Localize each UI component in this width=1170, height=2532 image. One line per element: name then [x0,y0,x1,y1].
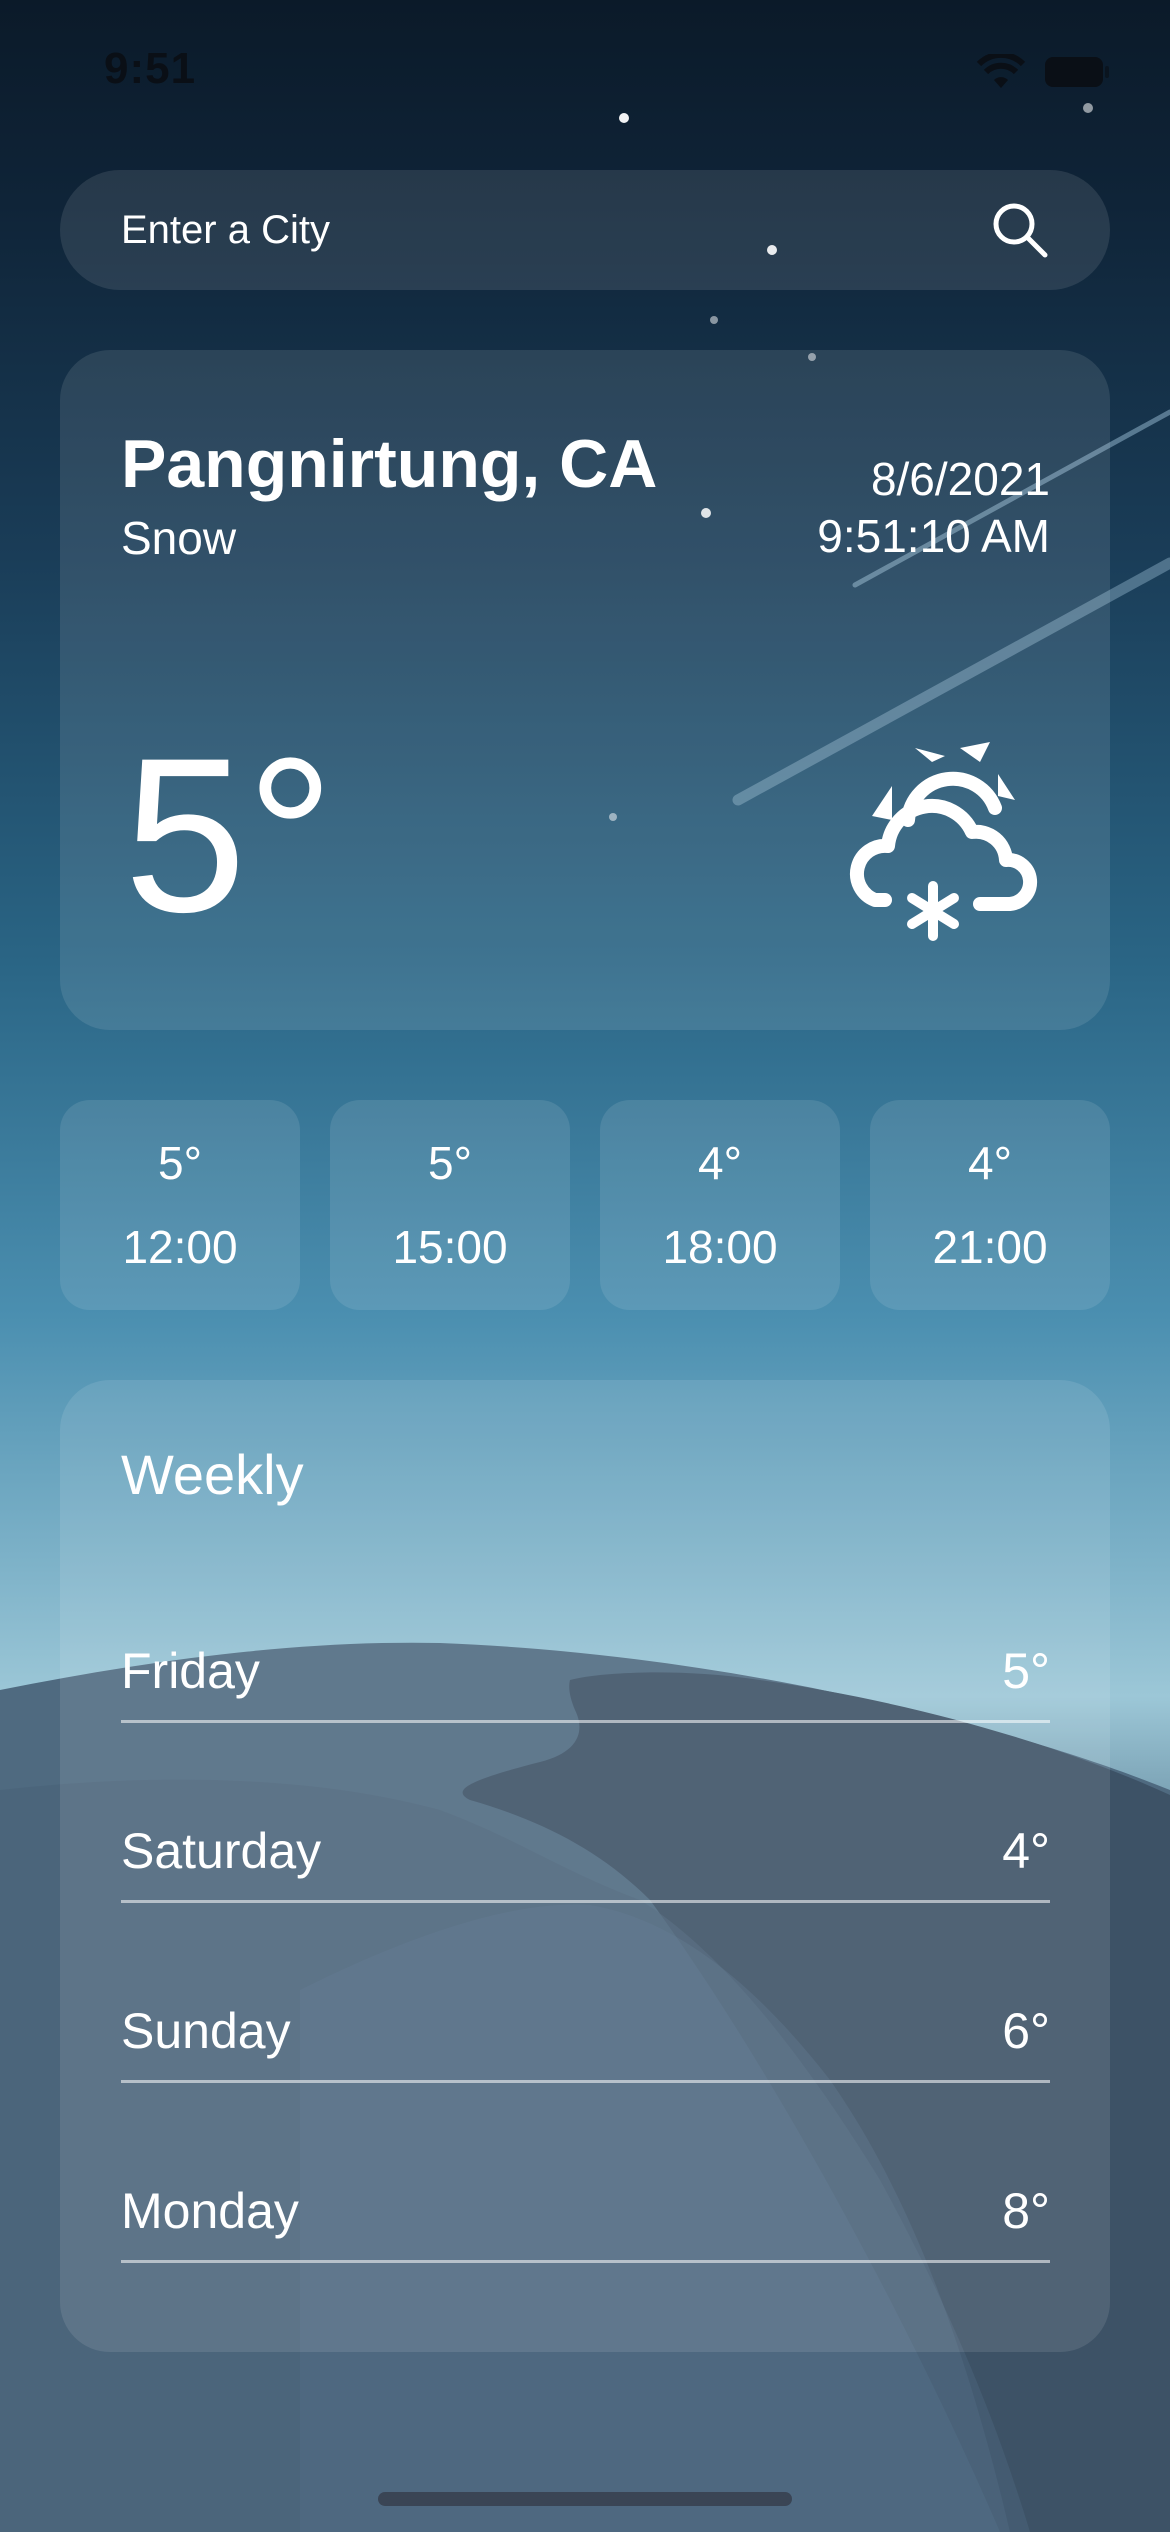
hourly-forecast-item[interactable]: 4° 21:00 [870,1100,1110,1310]
weather-condition: Snow [121,512,237,564]
weekly-day: Monday [121,2183,299,2239]
hourly-temperature: 5° [158,1137,202,1189]
search-button[interactable] [988,198,1052,262]
wifi-icon [976,54,1026,88]
battery-icon [1045,57,1109,87]
city-name: Pangnirtung, CA [121,426,658,502]
current-date: 8/6/2021 [870,453,1050,505]
weekly-day: Sunday [121,2003,291,2059]
weekly-temperature: 4° [1002,1823,1050,1879]
home-indicator[interactable] [378,2492,792,2506]
hourly-temperature: 4° [698,1137,742,1189]
search-icon [993,203,1048,258]
status-bar-icons [976,54,1110,90]
partly-sunny-snow-icon [849,742,1038,941]
weekly-temperature: 5° [1002,1643,1050,1699]
weekly-row[interactable]: Friday 5° [121,1630,1050,1723]
weekly-row[interactable]: Monday 8° [121,2170,1050,2263]
weather-app-screen: 9:51 Pangnirtung, CA Snow 8/6/2021 9:51:… [0,0,1170,2532]
current-weather-card: Pangnirtung, CA Snow 8/6/2021 9:51:10 AM… [60,350,1110,1030]
weekly-title: Weekly [121,1443,304,1506]
hourly-temperature: 5° [428,1137,472,1189]
weekly-forecast-card: Weekly Friday 5° Saturday 4° Sunday 6° M… [60,1380,1110,2352]
hourly-time: 21:00 [932,1221,1048,1273]
hourly-time: 12:00 [122,1221,238,1273]
hourly-forecast-item[interactable]: 5° 12:00 [60,1100,300,1310]
weekly-temperature: 6° [1002,2003,1050,2059]
snowflake-icon [907,881,959,941]
weekly-temperature: 8° [1002,2183,1050,2239]
search-bar [60,170,1110,290]
hourly-time: 15:00 [392,1221,508,1273]
hourly-temperature: 4° [968,1137,1012,1189]
status-bar-time: 9:51 [104,44,197,93]
hourly-forecast-item[interactable]: 4° 18:00 [600,1100,840,1310]
hourly-forecast-item[interactable]: 5° 15:00 [330,1100,570,1310]
hourly-time: 18:00 [662,1221,778,1273]
weekly-day: Saturday [121,1823,322,1879]
current-temperature: 5° [124,712,335,958]
weekly-day: Friday [121,1643,260,1699]
weekly-row[interactable]: Sunday 6° [121,1990,1050,2083]
current-time: 9:51:10 AM [817,510,1050,562]
city-search-input[interactable] [121,207,988,253]
weekly-row[interactable]: Saturday 4° [121,1810,1050,1903]
